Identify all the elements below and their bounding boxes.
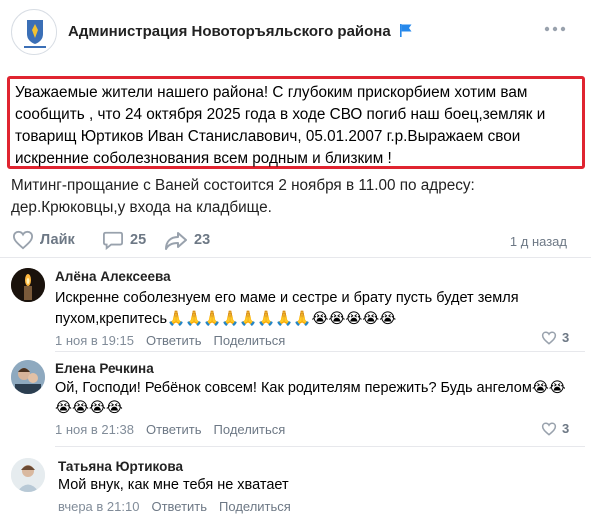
comment-like-button[interactable]: 3 — [541, 330, 569, 345]
user-photo-icon — [11, 458, 45, 492]
user-photo-icon — [11, 360, 45, 394]
comment-author[interactable]: Татьяна Юртикова — [58, 459, 183, 474]
comment-text-line: Мой внук, как мне тебя не хватает — [58, 477, 289, 493]
more-options-icon[interactable] — [544, 25, 566, 33]
comments-count: 25 — [130, 232, 147, 248]
share-comment-button[interactable]: Поделиться — [214, 422, 286, 437]
post-text-line: дер.Крюковцы,у входа на кладбище. — [11, 199, 272, 216]
group-name[interactable]: Администрация Новоторъяльского района — [68, 23, 412, 40]
share-comment-button[interactable]: Поделиться — [214, 333, 286, 348]
post-text-line: сообщить , что 24 октября 2025 года в хо… — [15, 106, 546, 123]
divider — [55, 446, 585, 447]
heart-icon — [541, 422, 557, 436]
avatar[interactable] — [11, 360, 45, 394]
heart-icon — [541, 331, 557, 345]
comment-text-line: Искренне соболезнуем его маме и сестре и… — [55, 290, 519, 306]
post-time[interactable]: 1 д назад — [510, 234, 567, 249]
reply-button[interactable]: Ответить — [151, 499, 207, 514]
comment-text-line: Ой, Господи! Ребёнок совсем! Как родител… — [55, 380, 566, 396]
like-button[interactable]: Лайк — [12, 230, 75, 250]
comment-time[interactable]: вчера в 21:10 — [58, 499, 139, 514]
comment-text-line: пухом,крепитесь🙏🙏🙏🙏🙏🙏🙏🙏😭😭😭😭😭 — [55, 311, 397, 327]
comment-meta: 1 ноя в 19:15 Ответить Поделиться — [55, 333, 285, 348]
comment-icon — [103, 231, 123, 250]
reply-button[interactable]: Ответить — [146, 333, 202, 348]
heart-icon — [12, 230, 34, 250]
comment-like-count: 3 — [562, 330, 570, 345]
post-header: Администрация Новоторъяльского района — [0, 0, 591, 70]
comment-time[interactable]: 1 ноя в 19:15 — [55, 333, 134, 348]
comment-like-button[interactable]: 3 — [541, 421, 569, 436]
coat-of-arms-icon — [13, 11, 56, 54]
comment-meta: вчера в 21:10 Ответить Поделиться — [58, 499, 291, 514]
post-text-line: товарищ Юртиков Иван Станиславович, 05.0… — [15, 128, 521, 145]
avatar[interactable] — [11, 458, 45, 492]
comment-text-line: 😭😭😭😭 — [55, 400, 123, 416]
reply-button[interactable]: Ответить — [146, 422, 202, 437]
comment-meta: 1 ноя в 21:38 Ответить Поделиться — [55, 422, 285, 437]
post-text-line: Уважаемые жители нашего района! С глубок… — [15, 84, 528, 101]
comment-like-count: 3 — [562, 421, 570, 436]
comment-author[interactable]: Елена Речкина — [55, 361, 154, 376]
divider — [0, 257, 591, 258]
comment-author[interactable]: Алёна Алексеева — [55, 269, 171, 284]
post-actions-bar: Лайк 25 23 1 д назад — [0, 226, 591, 256]
group-name-text[interactable]: Администрация Новоторъяльского района — [68, 23, 391, 40]
share-arrow-icon — [165, 232, 187, 250]
post-text-highlight: Уважаемые жители нашего района! С глубок… — [7, 76, 585, 169]
comment-time[interactable]: 1 ноя в 21:38 — [55, 422, 134, 437]
share-button[interactable]: 23 — [164, 230, 210, 250]
share-comment-button[interactable]: Поделиться — [219, 499, 291, 514]
group-avatar[interactable] — [11, 9, 57, 55]
divider — [55, 351, 585, 352]
avatar[interactable] — [11, 268, 45, 302]
comments-button[interactable]: 25 — [102, 230, 146, 250]
like-label: Лайк — [40, 232, 75, 248]
flag-icon — [399, 24, 412, 37]
shares-count: 23 — [194, 232, 211, 248]
post-text-continued: Митинг-прощание с Ваней состоится 2 нояб… — [11, 175, 475, 219]
post-text-line: искренние соболезнования всем родным и б… — [15, 150, 392, 167]
candle-icon — [11, 268, 45, 302]
post-text-line: Митинг-прощание с Ваней состоится 2 нояб… — [11, 177, 475, 194]
